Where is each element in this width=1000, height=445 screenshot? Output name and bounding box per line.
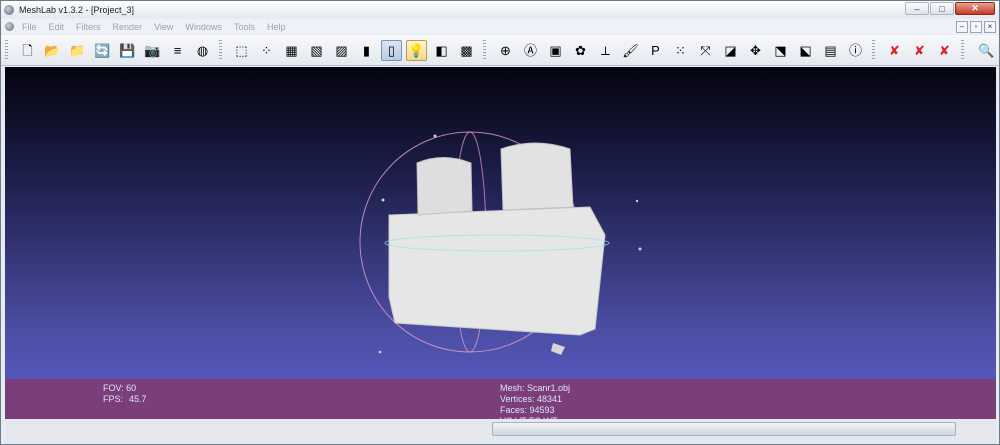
image-align-icon[interactable]: ▤ <box>820 40 841 61</box>
app-window: MeshLab v1.3.2 - [Project_3] – □ ✕ File … <box>0 0 1000 445</box>
toolbar-group: ✘ ✘ ✘ <box>878 40 957 61</box>
texture-icon[interactable]: ▩ <box>456 40 477 61</box>
select-faces-icon[interactable]: ✿ <box>570 40 591 61</box>
scan-debris <box>381 198 385 202</box>
color-mesh-icon[interactable]: ◪ <box>720 40 741 61</box>
delete-selection-icon[interactable]: ✘ <box>934 40 955 61</box>
move-icon[interactable]: ✥ <box>745 40 766 61</box>
flat-icon[interactable]: ▮ <box>356 40 377 61</box>
search-icon[interactable]: 🔍 <box>976 40 997 61</box>
lighting-icon[interactable]: 💡 <box>406 39 427 61</box>
vertices-label: Vertices: 48341 <box>500 394 563 404</box>
horizontal-scrollbar[interactable] <box>492 422 956 436</box>
hidden-lines-icon[interactable]: ▧ <box>306 40 327 61</box>
menu-tools[interactable]: Tools <box>228 22 261 32</box>
menu-windows[interactable]: Windows <box>179 22 228 32</box>
open-project-icon[interactable]: 📂 <box>42 40 63 61</box>
sphere-icon[interactable]: ◍ <box>192 40 213 61</box>
doc-restore-button[interactable]: ▫ <box>970 21 982 33</box>
layers-icon[interactable]: ≡ <box>167 40 188 61</box>
new-project-icon[interactable]: 🗋 <box>17 40 38 61</box>
toolbar-grip[interactable] <box>872 40 875 60</box>
toolbar-grip[interactable] <box>219 40 222 60</box>
save-icon[interactable]: 💾 <box>117 40 138 61</box>
mesh-name-label: Mesh: Scanr1.obj <box>500 383 571 393</box>
pickpoints-icon[interactable]: P <box>645 40 666 61</box>
close-button[interactable]: ✕ <box>955 2 995 15</box>
annotate-icon[interactable]: Ⓐ <box>520 40 541 61</box>
meshlab-logo-icon <box>4 4 14 15</box>
menu-bar: File Edit Filters Render View Windows To… <box>1 19 999 34</box>
align-icon[interactable]: ⤧ <box>695 40 716 61</box>
axis-icon[interactable]: ⟂ <box>595 40 616 61</box>
menu-help[interactable]: Help <box>261 22 292 32</box>
menu-edit[interactable]: Edit <box>43 22 71 32</box>
toolbar-group: ⬚ ⁘ ▦ ▧ ▨ ▮ ▯ 💡 ◧ ▩ <box>225 39 479 61</box>
mesh-body <box>388 206 606 336</box>
delete-faces-icon[interactable]: ✘ <box>884 40 905 61</box>
maximize-button[interactable]: □ <box>930 2 954 15</box>
menu-file[interactable]: File <box>16 22 43 32</box>
doc-minimize-button[interactable]: – <box>956 21 968 33</box>
flat-lines-icon[interactable]: ▨ <box>331 40 352 61</box>
window-controls: – □ ✕ <box>905 2 995 15</box>
snapshot-icon[interactable]: 📷 <box>142 40 163 61</box>
main-toolbar: 🗋 📂 📁 🔄 💾 📷 ≡ ◍ ⬚ ⁘ ▦ ▧ ▨ ▮ ▯ 💡 ◧ ▩ ⊕ Ⓐ ▣ ✿ ⟂ 🖌 P ⁙ ⤧ ◪ ✥ ⬔ ⬕ ▤ ⓘ ✘ ✘ ✘ 🔍 <box>1 35 999 66</box>
paint-icon[interactable]: 🖌 <box>620 40 641 61</box>
smooth-icon[interactable]: ▯ <box>381 39 402 61</box>
menu-view[interactable]: View <box>148 22 179 32</box>
open-mesh-icon[interactable]: 📁 <box>67 40 88 61</box>
minimize-button[interactable]: – <box>905 2 929 15</box>
toolbar-group: ⊕ Ⓐ ▣ ✿ ⟂ 🖌 P ⁙ ⤧ ◪ ✥ ⬔ ⬕ ▤ ⓘ <box>489 40 868 61</box>
scan-debris <box>551 343 565 355</box>
scan-debris <box>638 247 642 251</box>
toolbar-grip[interactable] <box>483 40 486 60</box>
measure-icon[interactable]: ▣ <box>545 40 566 61</box>
fps-label: FPS: <box>103 394 124 404</box>
select-connected-icon[interactable]: ⬔ <box>770 40 791 61</box>
back-face-icon[interactable]: ◧ <box>431 40 452 61</box>
mesh-cylinder-left <box>416 157 473 216</box>
bbox-icon[interactable]: ⬚ <box>231 40 252 61</box>
scan-debris <box>378 350 382 354</box>
title-bar[interactable]: MeshLab v1.3.2 - [Project_3] – □ ✕ <box>1 1 999 18</box>
menu-render[interactable]: Render <box>107 22 149 32</box>
trackball-icon[interactable]: ⊕ <box>495 40 516 61</box>
delete-vertices-icon[interactable]: ✘ <box>909 40 930 61</box>
toolbar-group: 🔍 <box>970 40 999 61</box>
fps-value: 45.7 <box>129 394 147 404</box>
scan-debris <box>635 199 639 203</box>
3d-viewport[interactable]: FOV: 60 FPS: 45.7 Mesh: Scanr1.obj Verti… <box>5 67 996 443</box>
toolbar-group: 🗋 📂 📁 🔄 💾 📷 ≡ ◍ <box>11 40 215 61</box>
mesh-cylinder-right <box>500 142 574 211</box>
doc-close-button[interactable]: × <box>984 21 996 33</box>
info-icon[interactable]: ⓘ <box>845 40 866 61</box>
faces-label: Faces: 94593 <box>500 405 555 415</box>
window-title: MeshLab v1.3.2 - [Project_3] <box>19 4 135 15</box>
select-vertices-icon[interactable]: ⁙ <box>670 40 691 61</box>
fov-label: FOV: 60 <box>103 383 137 393</box>
scan-debris <box>433 134 437 138</box>
points-icon[interactable]: ⁘ <box>256 40 277 61</box>
wireframe-icon[interactable]: ▦ <box>281 40 302 61</box>
document-icon[interactable] <box>5 22 14 31</box>
reload-icon[interactable]: 🔄 <box>92 40 113 61</box>
toolbar-grip[interactable] <box>5 40 8 60</box>
toolbar-grip[interactable] <box>961 40 964 60</box>
manipulate-icon[interactable]: ⬕ <box>795 40 816 61</box>
document-window-controls: – ▫ × <box>956 21 996 33</box>
menu-filters[interactable]: Filters <box>70 22 107 32</box>
